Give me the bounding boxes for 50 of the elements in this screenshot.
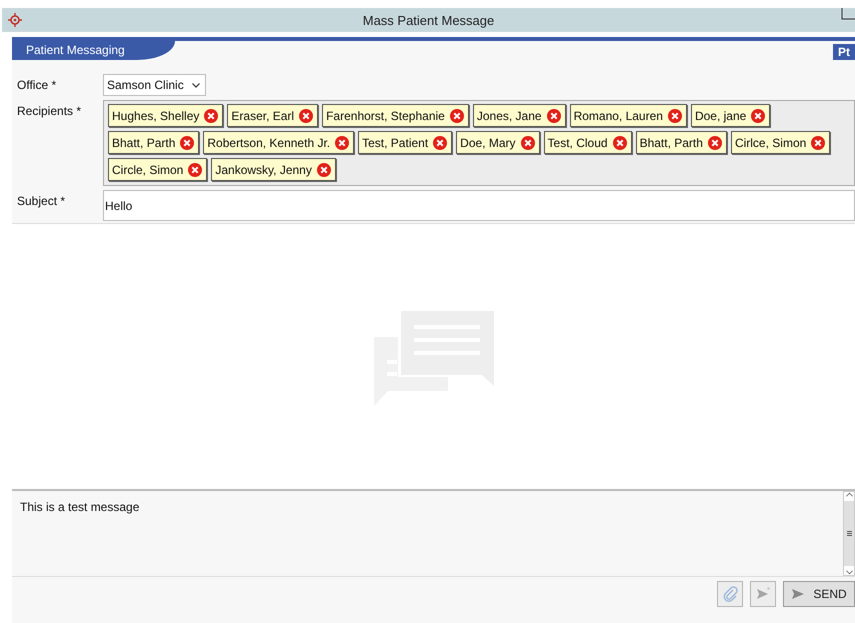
scrollbar[interactable]: [843, 491, 855, 576]
remove-icon[interactable]: [751, 108, 766, 122]
badge: Pt: [833, 44, 855, 60]
recipient-chip[interactable]: Bhatt, Parth: [108, 131, 200, 154]
recipient-chip[interactable]: Jones, Jane: [472, 104, 566, 127]
remove-icon[interactable]: [612, 136, 627, 150]
message-input[interactable]: This is a test message: [12, 491, 855, 577]
window-button-icon[interactable]: [841, 8, 855, 20]
field-label: Office *: [17, 77, 58, 92]
recipient-chip[interactable]: Robertson, Kenneth Jr.: [203, 131, 354, 154]
tab[interactable]: Patient Messaging: [12, 41, 175, 60]
field-label: Subject *: [17, 193, 66, 208]
remove-icon[interactable]: [520, 136, 535, 150]
recipient-chip[interactable]: Circle, Simon: [108, 158, 208, 181]
scroll-up-icon[interactable]: [846, 492, 852, 497]
remove-icon[interactable]: [335, 136, 350, 150]
recipient-chip[interactable]: Romano, Lauren: [570, 104, 687, 127]
recipient-chip[interactable]: Doe, Mary: [456, 131, 540, 154]
remove-icon[interactable]: [188, 162, 202, 176]
remove-icon[interactable]: [668, 108, 682, 122]
remove-icon[interactable]: [450, 108, 464, 122]
send-cancel-icon: [755, 586, 771, 602]
recipient-chip[interactable]: Eraser, Earl: [227, 104, 318, 127]
remove-icon[interactable]: [316, 162, 331, 176]
grip-icon[interactable]: [846, 531, 852, 536]
recipient-chip[interactable]: Test, Patient: [358, 131, 452, 154]
recipient-chip[interactable]: Doe, jane: [690, 104, 770, 127]
remove-icon[interactable]: [180, 136, 194, 150]
send-button[interactable]: SEND: [783, 581, 855, 607]
remove-icon[interactable]: [811, 136, 826, 150]
remove-icon[interactable]: [708, 136, 722, 150]
subject-field[interactable]: Hello: [103, 190, 855, 221]
recipient-chip[interactable]: Jankowsky, Jenny: [211, 158, 336, 181]
recipients-field[interactable]: [103, 100, 855, 186]
remove-icon[interactable]: [299, 108, 314, 122]
recipient-chip[interactable]: Farenhorst, Stephanie: [322, 104, 469, 127]
field-label: Recipients *: [17, 103, 82, 118]
recipient-chip[interactable]: Cirlce, Simon: [730, 131, 830, 154]
recipient-chip[interactable]: Hughes, Shelley: [108, 104, 224, 127]
window-title: Mass Patient Message: [362, 12, 496, 28]
scroll-down-icon[interactable]: [846, 570, 852, 575]
remove-icon[interactable]: [204, 108, 218, 122]
office-dropdown[interactable]: Samson Clinic: [103, 74, 206, 96]
paperclip-icon: [722, 586, 738, 602]
recipient-chip[interactable]: Bhatt, Parth: [636, 131, 727, 154]
caret-icon: [192, 82, 200, 88]
crosshair-icon: [8, 13, 22, 27]
remove-icon[interactable]: [546, 108, 561, 122]
remove-icon[interactable]: [433, 136, 448, 150]
recipient-chip[interactable]: Test, Cloud: [544, 131, 632, 154]
